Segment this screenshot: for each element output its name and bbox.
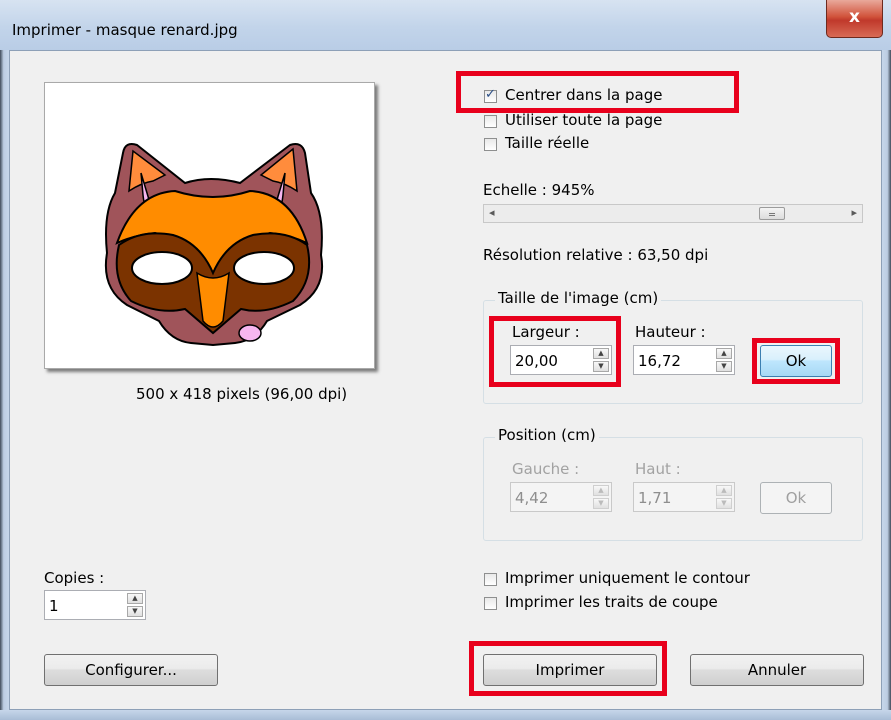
scale-label: Echelle : 945% xyxy=(483,181,595,199)
image-info-label: 500 x 418 pixels (96,00 dpi) xyxy=(136,385,348,403)
full-page-checkbox[interactable] xyxy=(484,115,497,128)
spin-up-icon[interactable]: ▲ xyxy=(593,348,609,359)
width-label: Largeur : xyxy=(512,323,580,341)
spin-up-icon[interactable]: ▲ xyxy=(716,485,732,496)
window-title: Imprimer - masque renard.jpg xyxy=(12,21,238,39)
top-label: Haut : xyxy=(635,460,681,478)
cut-marks-label[interactable]: Imprimer les traits de coupe xyxy=(505,593,718,611)
copies-spinner[interactable]: ▲ ▼ xyxy=(127,593,143,617)
position-ok-button[interactable]: Ok xyxy=(760,482,832,514)
full-page-label[interactable]: Utiliser toute la page xyxy=(505,111,662,129)
center-page-label[interactable]: Centrer dans la page xyxy=(505,86,663,104)
left-spinner[interactable]: ▲ ▼ xyxy=(593,485,609,509)
outline-only-label[interactable]: Imprimer uniquement le contour xyxy=(505,569,750,587)
window-frame-right xyxy=(882,50,891,720)
left-value[interactable]: 4,42 xyxy=(515,489,548,507)
copies-value[interactable]: 1 xyxy=(49,597,59,615)
height-spinner[interactable]: ▲ ▼ xyxy=(716,348,732,372)
position-group-title: Position (cm) xyxy=(495,426,599,444)
real-size-label[interactable]: Taille réelle xyxy=(505,134,589,152)
size-ok-button[interactable]: Ok xyxy=(760,345,832,377)
top-value[interactable]: 1,71 xyxy=(638,489,671,507)
width-spinner[interactable]: ▲ ▼ xyxy=(593,348,609,372)
width-input[interactable]: 20,00 ▲ ▼ xyxy=(510,345,612,375)
left-label: Gauche : xyxy=(512,460,580,478)
scale-slider[interactable]: ◂ ▸ xyxy=(483,204,863,223)
top-input[interactable]: 1,71 ▲ ▼ xyxy=(633,482,735,512)
image-size-group-title: Taille de l'image (cm) xyxy=(495,289,662,307)
spin-up-icon[interactable]: ▲ xyxy=(716,348,732,359)
height-input[interactable]: 16,72 ▲ ▼ xyxy=(633,345,735,375)
copies-label: Copies : xyxy=(44,569,105,587)
scale-slider-thumb[interactable] xyxy=(759,207,785,220)
spin-down-icon[interactable]: ▼ xyxy=(127,606,143,617)
real-size-checkbox[interactable] xyxy=(484,138,497,151)
center-page-checkbox[interactable]: ✓ xyxy=(484,87,497,103)
window-frame-left xyxy=(0,50,9,720)
spin-down-icon[interactable]: ▼ xyxy=(716,361,732,372)
height-label: Hauteur : xyxy=(635,323,706,341)
close-button[interactable]: x xyxy=(826,0,883,38)
copies-input[interactable]: 1 ▲ ▼ xyxy=(44,590,146,620)
checkmark-icon: ✓ xyxy=(485,87,496,102)
scroll-right-arrow-icon[interactable]: ▸ xyxy=(851,206,857,219)
cut-marks-checkbox[interactable] xyxy=(484,597,497,610)
top-spinner[interactable]: ▲ ▼ xyxy=(716,485,732,509)
close-icon: x xyxy=(849,7,860,27)
resolution-label: Résolution relative : 63,50 dpi xyxy=(483,246,709,264)
window-frame-bottom xyxy=(0,710,891,720)
spin-down-icon[interactable]: ▼ xyxy=(593,361,609,372)
title-bar[interactable]: Imprimer - masque renard.jpg x xyxy=(0,0,891,50)
fox-mask-image xyxy=(105,143,323,347)
print-button[interactable]: Imprimer xyxy=(483,654,657,686)
spin-up-icon[interactable]: ▲ xyxy=(127,593,143,604)
cancel-button[interactable]: Annuler xyxy=(690,654,864,686)
outline-only-checkbox[interactable] xyxy=(484,573,497,586)
height-value[interactable]: 16,72 xyxy=(638,352,681,370)
configure-button[interactable]: Configurer... xyxy=(44,654,218,686)
left-input[interactable]: 4,42 ▲ ▼ xyxy=(510,482,612,512)
spin-down-icon[interactable]: ▼ xyxy=(593,498,609,509)
spin-down-icon[interactable]: ▼ xyxy=(716,498,732,509)
spin-up-icon[interactable]: ▲ xyxy=(593,485,609,496)
scroll-left-arrow-icon[interactable]: ◂ xyxy=(489,206,495,219)
width-value[interactable]: 20,00 xyxy=(515,352,558,370)
print-preview xyxy=(44,82,375,369)
